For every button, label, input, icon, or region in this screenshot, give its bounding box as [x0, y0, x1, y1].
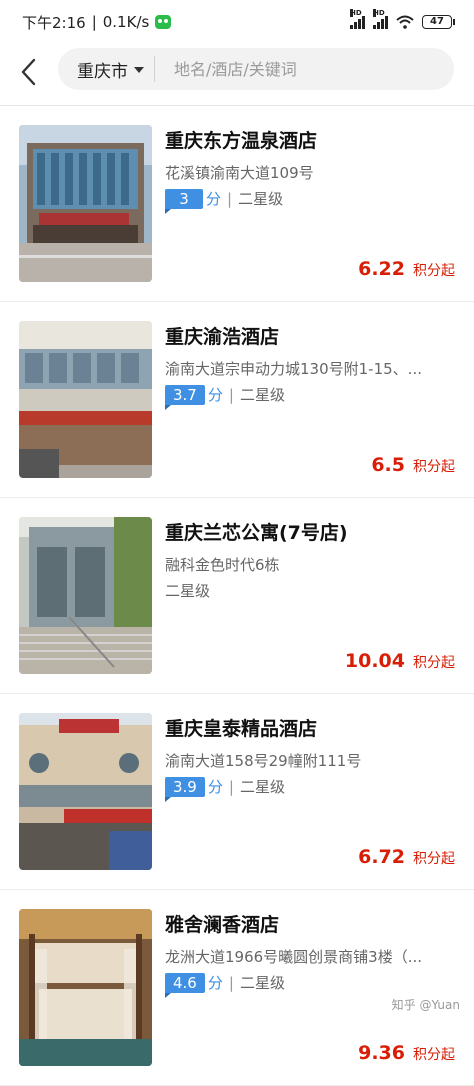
- price-unit: 积分起: [413, 263, 455, 279]
- price: 10.04 积分起: [345, 650, 455, 672]
- hotel-card[interactable]: 重庆渝浩酒店 渝南大道宗申动力城130号附1-15、... 3.7 分 | 二星…: [0, 302, 474, 498]
- hotel-photo: [19, 517, 152, 674]
- dropdown-caret-icon: [134, 67, 144, 73]
- price-value: 6.22: [358, 258, 405, 280]
- hotel-name: 雅舍澜香酒店: [165, 914, 280, 936]
- divider: |: [228, 385, 234, 404]
- status-time: 下午2:16: [22, 13, 86, 32]
- hotel-card[interactable]: 重庆皇泰精品酒店 渝南大道158号29幢附111号 3.9 分 | 二星级 6.…: [0, 694, 474, 890]
- price-value: 10.04: [344, 650, 405, 672]
- signal-hd-label: HD: [373, 9, 385, 17]
- price-value: 6.72: [358, 846, 405, 868]
- divider: |: [227, 189, 233, 208]
- hotel-address: 融科金色时代6栋: [165, 556, 280, 574]
- hotel-photo: [19, 125, 152, 282]
- score-badge: 4.6: [165, 972, 205, 998]
- star-level: 二星级: [239, 778, 285, 796]
- hotel-card[interactable]: 重庆东方温泉酒店 花溪镇渝南大道109号 3 分 | 二星级 6.22 积分起: [0, 106, 474, 302]
- signal-icon: HD: [373, 9, 388, 29]
- price: 6.22 积分起: [358, 258, 455, 280]
- hotel-photo: [19, 909, 152, 1066]
- hotel-name: 重庆东方温泉酒店: [165, 130, 318, 152]
- battery-icon: 47: [422, 15, 455, 29]
- score-unit: 分: [207, 974, 223, 992]
- price-unit: 积分起: [413, 655, 455, 671]
- hotel-address: 龙洲大道1966号曦圆创景商铺3楼（...: [165, 948, 423, 966]
- score-badge: 3.7: [165, 384, 205, 410]
- price: 6.5 积分起: [371, 454, 455, 476]
- rating-row: 3 分 | 二星级: [165, 188, 284, 214]
- price: 6.72 积分起: [358, 846, 455, 868]
- hotel-list: 重庆东方温泉酒店 花溪镇渝南大道109号 3 分 | 二星级 6.22 积分起: [0, 106, 474, 1086]
- hotel-card[interactable]: 重庆兰芯公寓(7号店) 融科金色时代6栋 二星级 10.04 积分起: [0, 498, 474, 694]
- search-header: 重庆市: [0, 44, 474, 106]
- hotel-card[interactable]: 雅舍澜香酒店 龙洲大道1966号曦圆创景商铺3楼（... 4.6 分 | 二星级…: [0, 890, 474, 1086]
- star-level: 二星级: [238, 190, 284, 208]
- score-unit: 分: [207, 386, 223, 404]
- hotel-name: 重庆皇泰精品酒店: [165, 718, 318, 740]
- city-selector[interactable]: 重庆市: [58, 48, 144, 90]
- hotel-photo: [19, 321, 152, 478]
- rating-row: 4.6 分 | 二星级: [165, 972, 285, 998]
- star-level: 二星级: [239, 386, 285, 404]
- price-value: 9.36: [358, 1042, 405, 1064]
- hotel-name: 重庆兰芯公寓(7号店): [165, 522, 348, 544]
- wechat-notification-icon: [155, 15, 172, 29]
- star-level: 二星级: [165, 582, 211, 600]
- price-value: 6.5: [371, 454, 405, 476]
- score-unit: 分: [207, 778, 223, 796]
- divider: |: [228, 777, 234, 796]
- watermark: 知乎 @Yuan: [391, 998, 460, 1012]
- search-input[interactable]: [174, 59, 424, 79]
- price-unit: 积分起: [413, 459, 455, 475]
- back-arrow-icon[interactable]: [14, 52, 44, 92]
- divider: |: [228, 973, 234, 992]
- rating-row: 3.7 分 | 二星级: [165, 384, 285, 410]
- status-bar: 下午2:16 | 0.1K/s HD HD 47: [0, 0, 474, 44]
- rating-row: 3.9 分 | 二星级: [165, 776, 285, 802]
- status-separator: |: [91, 13, 97, 31]
- search-bar: 重庆市: [58, 48, 454, 90]
- search-divider: [154, 56, 155, 82]
- hotel-photo: [19, 713, 152, 870]
- wifi-icon: [396, 15, 414, 29]
- score-badge: 3: [165, 188, 203, 214]
- hotel-address: 渝南大道宗申动力城130号附1-15、...: [165, 360, 422, 378]
- city-label: 重庆市: [77, 61, 128, 82]
- signal-hd-label: HD: [350, 9, 362, 17]
- hotel-address: 渝南大道158号29幢附111号: [165, 752, 362, 770]
- signal-icon: HD: [350, 9, 365, 29]
- score-unit: 分: [206, 190, 222, 208]
- price-unit: 积分起: [413, 851, 455, 867]
- score-badge: 3.9: [165, 776, 205, 802]
- price-unit: 积分起: [413, 1047, 455, 1063]
- hotel-name: 重庆渝浩酒店: [165, 326, 280, 348]
- star-level: 二星级: [239, 974, 285, 992]
- network-speed: 0.1K/s: [102, 13, 150, 31]
- hotel-address: 花溪镇渝南大道109号: [165, 164, 314, 182]
- price: 9.36 积分起: [358, 1042, 455, 1064]
